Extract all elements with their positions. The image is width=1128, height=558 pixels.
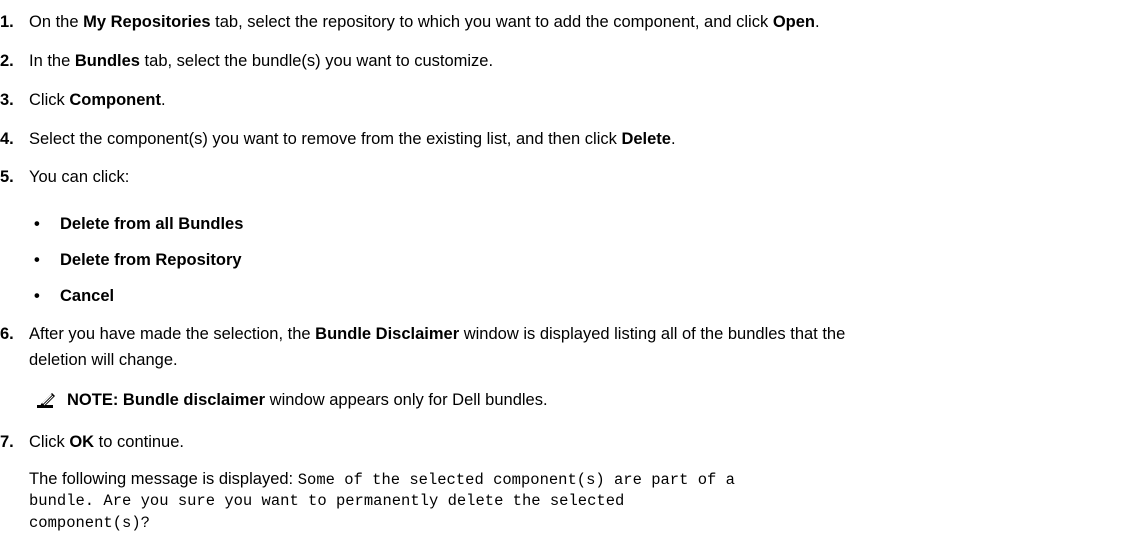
bullet: • xyxy=(34,251,40,269)
step-number: 3. xyxy=(0,91,14,109)
step-number: 6. xyxy=(0,325,14,343)
message-code: component(s)? xyxy=(29,514,150,532)
message-code: bundle. Are you sure you want to permane… xyxy=(29,492,625,510)
step-number: 4. xyxy=(0,130,14,148)
bullet: • xyxy=(34,287,40,305)
bullet: • xyxy=(34,215,40,233)
delete-button-ref: Delete xyxy=(621,130,671,148)
bundle-disclaimer-ref: Bundle Disclaimer xyxy=(315,325,460,343)
open-button-ref: Open xyxy=(772,13,815,31)
document-page: 1. On the My Repositories tab, select th… xyxy=(0,0,1128,558)
step-number: 1. xyxy=(0,13,14,31)
step-number: 2. xyxy=(0,52,14,70)
note-text: NOTE: Bundle disclaimer window appears o… xyxy=(67,391,548,409)
step-number: 7. xyxy=(0,433,14,451)
message-text: The following message is displayed: Some… xyxy=(29,470,735,489)
pencil-note-icon xyxy=(36,390,58,410)
step-text: On the My Repositories tab, select the r… xyxy=(29,13,820,31)
note-bold: Bundle disclaimer xyxy=(122,391,266,409)
component-button-ref: Component xyxy=(69,91,161,109)
option-label: Cancel xyxy=(60,287,115,305)
step-number: 5. xyxy=(0,168,14,186)
option-label: Delete from all Bundles xyxy=(60,215,244,233)
step-text: Click Component. xyxy=(29,91,166,109)
ok-button-ref: OK xyxy=(69,433,95,451)
step-text: After you have made the selection, the B… xyxy=(29,325,846,343)
bundles-tab-ref: Bundles xyxy=(74,52,140,70)
message-code: Some of the selected component(s) are pa… xyxy=(297,471,735,489)
step-text: deletion will change. xyxy=(29,351,178,369)
step-text: Select the component(s) you want to remo… xyxy=(29,130,676,148)
step-text: Click OK to continue. xyxy=(29,433,184,451)
my-repositories-tab-ref: My Repositories xyxy=(83,13,211,31)
step-text: You can click: xyxy=(29,168,130,186)
option-label: Delete from Repository xyxy=(60,251,242,269)
step-text: In the Bundles tab, select the bundle(s)… xyxy=(29,52,494,70)
